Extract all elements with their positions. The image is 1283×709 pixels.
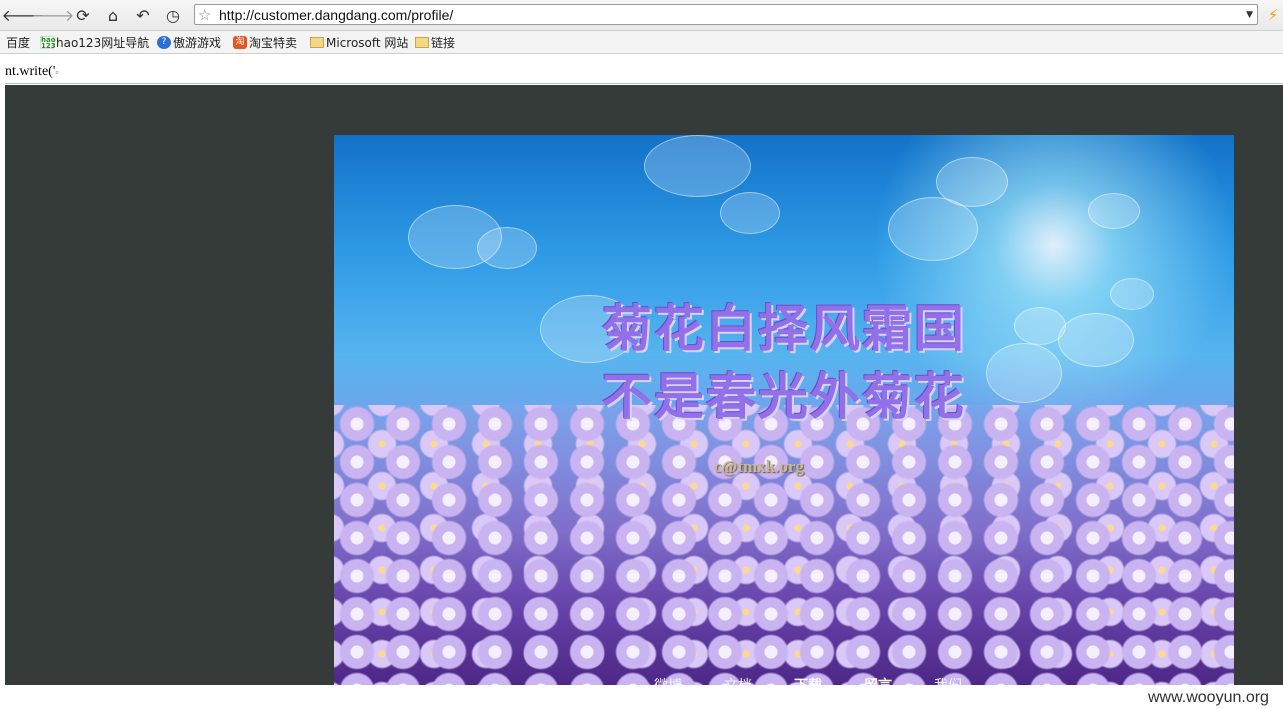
bookmark-aoyou[interactable]: ? 傲游游戏: [157, 34, 221, 50]
injected-script-text: nt.write('▫: [5, 64, 59, 79]
bokeh-bubble: [1088, 193, 1140, 229]
bookmark-baidu[interactable]: 百度: [6, 34, 30, 50]
folder-icon: [415, 37, 429, 48]
url-text[interactable]: http://customer.dangdang.com/profile/: [219, 5, 453, 25]
bookmark-taobao[interactable]: 淘 淘宝特卖: [233, 34, 297, 50]
home-icon: ⌂: [107, 5, 119, 25]
aoyou-icon: ?: [157, 35, 171, 49]
bookmark-label: hao123网址导航: [56, 35, 150, 50]
bokeh-bubble: [1058, 313, 1134, 367]
reload-button[interactable]: ⟳: [72, 5, 94, 25]
reload-icon: ⟳: [76, 5, 90, 25]
nav-weibo[interactable]: 微博: [654, 678, 682, 685]
lightning-icon[interactable]: ⚡: [1263, 4, 1283, 25]
star-icon[interactable]: ☆: [198, 5, 211, 25]
bookmark-links[interactable]: 链接: [415, 34, 455, 50]
bookmarks-bar: 百度 hao 123 hao123网址导航 ? 傲游游戏 淘 淘宝特卖 Micro…: [0, 31, 1283, 54]
bookmark-microsoft[interactable]: Microsoft 网站: [310, 34, 408, 50]
undo-icon: ↶: [136, 5, 150, 25]
bookmark-label: 淘宝特卖: [249, 35, 298, 50]
chevron-down-icon[interactable]: ▼: [1246, 5, 1253, 25]
nav-message[interactable]: 留言: [864, 678, 892, 685]
history-button[interactable]: ◷: [162, 5, 184, 25]
bokeh-bubble: [986, 343, 1062, 403]
nav-docs[interactable]: 文档: [724, 678, 752, 685]
contact-email: c@tmxk.org: [714, 457, 804, 476]
page-background-panel: 菊花白择风霜国 不是春光外菊花 c@tmxk.org 微博 文档 下载 留言 我们: [5, 85, 1283, 685]
forward-button[interactable]: 🡒: [32, 5, 75, 25]
bookmark-label: 傲游游戏: [173, 35, 222, 50]
hao123-icon: hao 123: [40, 35, 56, 50]
daisy-field: [334, 405, 1234, 685]
forward-arrow-icon: 🡒: [31, 6, 75, 25]
home-button[interactable]: ⌂: [102, 5, 124, 25]
bokeh-bubble: [1110, 278, 1154, 310]
bokeh-bubble: [720, 192, 780, 234]
folder-icon: [310, 37, 324, 48]
address-bar[interactable]: ☆ http://customer.dangdang.com/profile/ …: [194, 4, 1258, 25]
taobao-icon: 淘: [233, 35, 247, 49]
broken-image-icon: ▫: [55, 67, 59, 77]
undo-button[interactable]: ↶: [132, 5, 154, 25]
banner-nav: 微博 文档 下载 留言 我们: [654, 675, 1004, 685]
bokeh-bubble: [644, 135, 751, 197]
clock-icon: ◷: [166, 5, 180, 25]
poem-text: 菊花白择风霜国 不是春光外菊花: [602, 300, 966, 426]
browser-toolbar: 🡐 🡒 ⟳ ⌂ ↶ ◷ ☆ http://customer.dangdang.c…: [0, 0, 1283, 31]
divider: [5, 83, 1283, 84]
bookmark-label: 百度: [6, 35, 31, 50]
bokeh-bubble: [888, 197, 978, 261]
bookmark-hao123[interactable]: hao 123 hao123网址导航: [40, 34, 149, 50]
watermark: www.wooyun.org: [1148, 689, 1269, 706]
nav-about[interactable]: 我们: [934, 678, 962, 685]
nav-download[interactable]: 下载: [794, 678, 822, 685]
bookmark-label: 链接: [431, 35, 456, 50]
bokeh-bubble: [477, 227, 537, 269]
bookmark-label: Microsoft 网站: [326, 35, 409, 50]
flower-banner: 菊花白择风霜国 不是春光外菊花 c@tmxk.org 微博 文档 下载 留言 我们: [334, 135, 1234, 685]
